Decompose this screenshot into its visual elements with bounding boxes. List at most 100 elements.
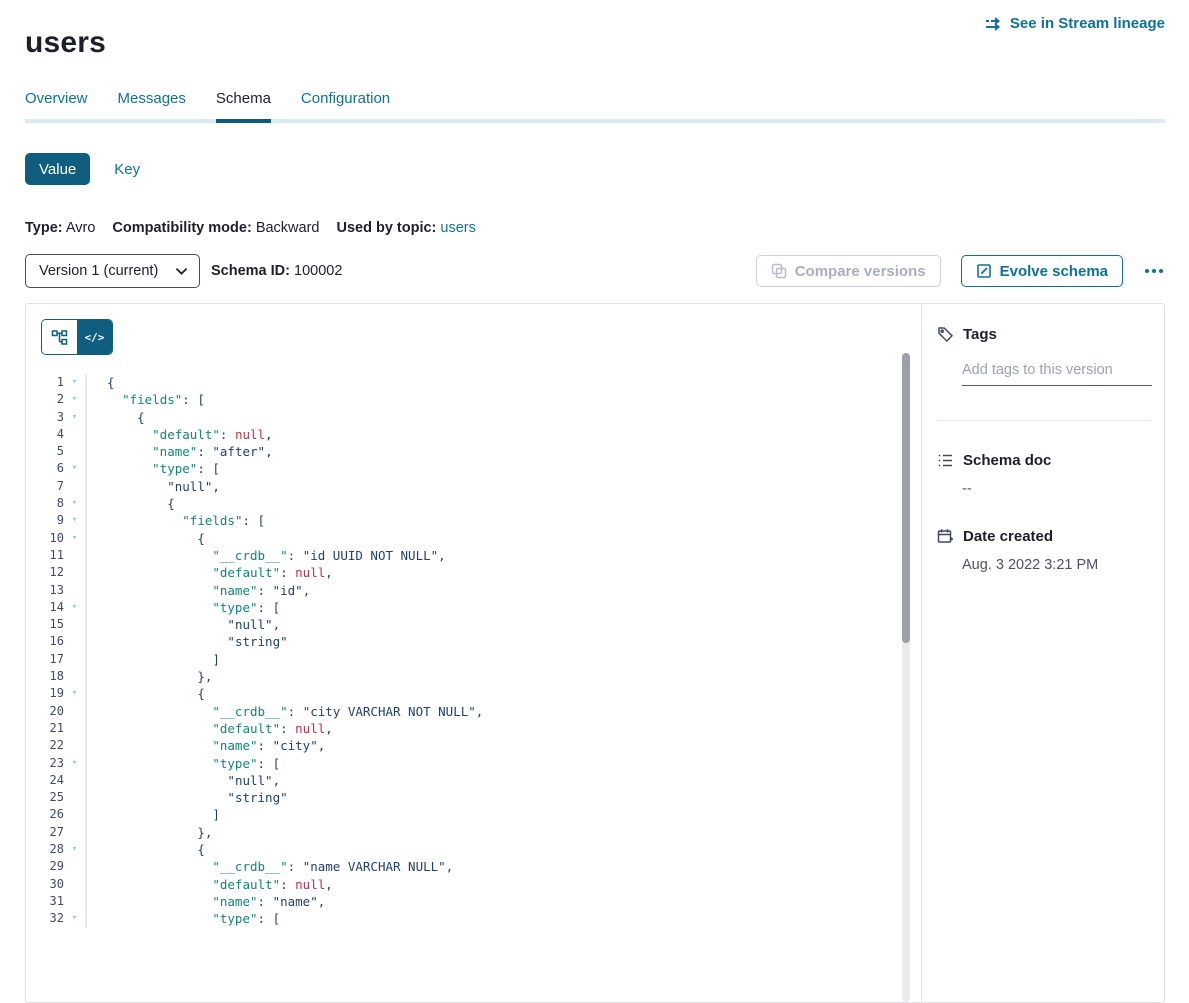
tab-configuration[interactable]: Configuration bbox=[301, 90, 390, 123]
tab-bar: Overview Messages Schema Configuration bbox=[25, 90, 1165, 123]
topic-meta: Used by topic: users bbox=[336, 220, 475, 236]
fold-toggle-icon bbox=[64, 668, 87, 685]
line-number: 8 bbox=[26, 495, 64, 512]
topic-label: Used by topic: bbox=[336, 220, 436, 236]
schema-sidebar: Tags Schema doc -- Date created bbox=[921, 304, 1166, 1002]
code-line: 3▾ { bbox=[26, 409, 921, 426]
code-line: 24 "null", bbox=[26, 772, 921, 789]
page-title: users bbox=[25, 26, 106, 60]
fold-toggle-icon[interactable]: ▾ bbox=[64, 755, 87, 772]
stream-lineage-link[interactable]: See in Stream lineage bbox=[985, 15, 1165, 32]
code-line: 10▾ { bbox=[26, 530, 921, 547]
tree-view-button[interactable] bbox=[42, 320, 77, 354]
compatibility-value: Backward bbox=[256, 220, 320, 236]
fold-toggle-icon[interactable]: ▾ bbox=[64, 512, 87, 529]
fold-toggle-icon[interactable]: ▾ bbox=[64, 685, 87, 702]
fold-toggle-icon[interactable]: ▾ bbox=[64, 460, 87, 477]
line-number: 17 bbox=[26, 651, 64, 668]
fold-toggle-icon bbox=[64, 789, 87, 806]
code-text: "default": null, bbox=[87, 876, 333, 893]
code-line: 1▾{ bbox=[26, 374, 921, 391]
type-meta: Type: Avro bbox=[25, 220, 95, 236]
code-line: 12 "default": null, bbox=[26, 564, 921, 581]
code-text: "__crdb__": "id UUID NOT NULL", bbox=[87, 547, 446, 564]
fold-toggle-icon bbox=[64, 616, 87, 633]
code-view-button[interactable]: </> bbox=[77, 320, 112, 354]
fold-toggle-icon bbox=[64, 824, 87, 841]
line-number: 19 bbox=[26, 685, 64, 702]
sidebar-divider bbox=[937, 420, 1151, 421]
fold-toggle-icon bbox=[64, 858, 87, 875]
tab-messages[interactable]: Messages bbox=[118, 90, 186, 123]
code-line: 20 "__crdb__": "city VARCHAR NOT NULL", bbox=[26, 703, 921, 720]
line-number: 18 bbox=[26, 668, 64, 685]
topic-link[interactable]: users bbox=[440, 220, 475, 236]
date-created-value: Aug. 3 2022 3:21 PM bbox=[962, 557, 1151, 573]
fold-toggle-icon[interactable]: ▾ bbox=[64, 374, 87, 391]
date-created-title: Date created bbox=[963, 528, 1053, 545]
fold-toggle-icon bbox=[64, 478, 87, 495]
line-number: 9 bbox=[26, 512, 64, 529]
fold-toggle-icon bbox=[64, 703, 87, 720]
code-line: 7 "null", bbox=[26, 478, 921, 495]
code-view-icon: </> bbox=[85, 331, 105, 344]
code-line: 23▾ "type": [ bbox=[26, 755, 921, 772]
more-options-button[interactable] bbox=[1143, 265, 1165, 277]
fold-toggle-icon[interactable]: ▾ bbox=[64, 599, 87, 616]
tab-overview[interactable]: Overview bbox=[25, 90, 88, 123]
code-text: }, bbox=[87, 668, 212, 685]
code-text: { bbox=[87, 685, 205, 702]
code-line: 4 "default": null, bbox=[26, 426, 921, 443]
type-label: Type: bbox=[25, 220, 63, 236]
code-line: 6▾ "type": [ bbox=[26, 460, 921, 477]
code-text: "type": [ bbox=[87, 599, 280, 616]
code-line: 29 "__crdb__": "name VARCHAR NULL", bbox=[26, 858, 921, 875]
value-toggle-button[interactable]: Value bbox=[25, 153, 90, 185]
code-line: 13 "name": "id", bbox=[26, 582, 921, 599]
line-number: 25 bbox=[26, 789, 64, 806]
code-text: { bbox=[87, 495, 175, 512]
code-line: 15 "null", bbox=[26, 616, 921, 633]
fold-toggle-icon[interactable]: ▾ bbox=[64, 910, 87, 927]
line-number: 10 bbox=[26, 530, 64, 547]
line-number: 32 bbox=[26, 910, 64, 927]
fold-toggle-icon bbox=[64, 443, 87, 460]
fold-toggle-icon[interactable]: ▾ bbox=[64, 409, 87, 426]
version-select[interactable]: Version 1 (current) bbox=[25, 254, 200, 288]
code-line: 11 "__crdb__": "id UUID NOT NULL", bbox=[26, 547, 921, 564]
editor-scrollbar-track[interactable] bbox=[902, 353, 910, 1002]
line-number: 7 bbox=[26, 478, 64, 495]
schema-view-toggle: </> bbox=[41, 319, 113, 355]
code-line: 5 "name": "after", bbox=[26, 443, 921, 460]
fold-toggle-icon bbox=[64, 633, 87, 650]
line-number: 23 bbox=[26, 755, 64, 772]
fold-toggle-icon[interactable]: ▾ bbox=[64, 530, 87, 547]
line-number: 16 bbox=[26, 633, 64, 650]
tags-title: Tags bbox=[963, 326, 997, 343]
compare-versions-button[interactable]: Compare versions bbox=[756, 255, 941, 287]
editor-scrollbar-thumb[interactable] bbox=[902, 353, 910, 643]
stream-lineage-label: See in Stream lineage bbox=[1010, 15, 1165, 32]
line-number: 4 bbox=[26, 426, 64, 443]
tab-schema[interactable]: Schema bbox=[216, 90, 271, 123]
type-value: Avro bbox=[66, 220, 96, 236]
code-line: 2▾ "fields": [ bbox=[26, 391, 921, 408]
code-text: "string" bbox=[87, 789, 288, 806]
code-line: 27 }, bbox=[26, 824, 921, 841]
key-toggle-button[interactable]: Key bbox=[114, 153, 140, 185]
fold-toggle-icon[interactable]: ▾ bbox=[64, 841, 87, 858]
line-number: 5 bbox=[26, 443, 64, 460]
tree-view-icon bbox=[51, 329, 68, 346]
evolve-schema-button[interactable]: Evolve schema bbox=[961, 255, 1123, 287]
fold-toggle-icon bbox=[64, 876, 87, 893]
line-number: 22 bbox=[26, 737, 64, 754]
code-text: "default": null, bbox=[87, 564, 333, 581]
fold-toggle-icon[interactable]: ▾ bbox=[64, 391, 87, 408]
fold-toggle-icon bbox=[64, 582, 87, 599]
code-line: 32▾ "type": [ bbox=[26, 910, 921, 927]
fold-toggle-icon[interactable]: ▾ bbox=[64, 495, 87, 512]
code-text: "null", bbox=[87, 478, 220, 495]
version-bar: Version 1 (current) Schema ID: 100002 Co… bbox=[25, 254, 1165, 288]
add-tags-input[interactable] bbox=[962, 362, 1152, 386]
schema-doc-section-header: Schema doc bbox=[937, 452, 1151, 469]
